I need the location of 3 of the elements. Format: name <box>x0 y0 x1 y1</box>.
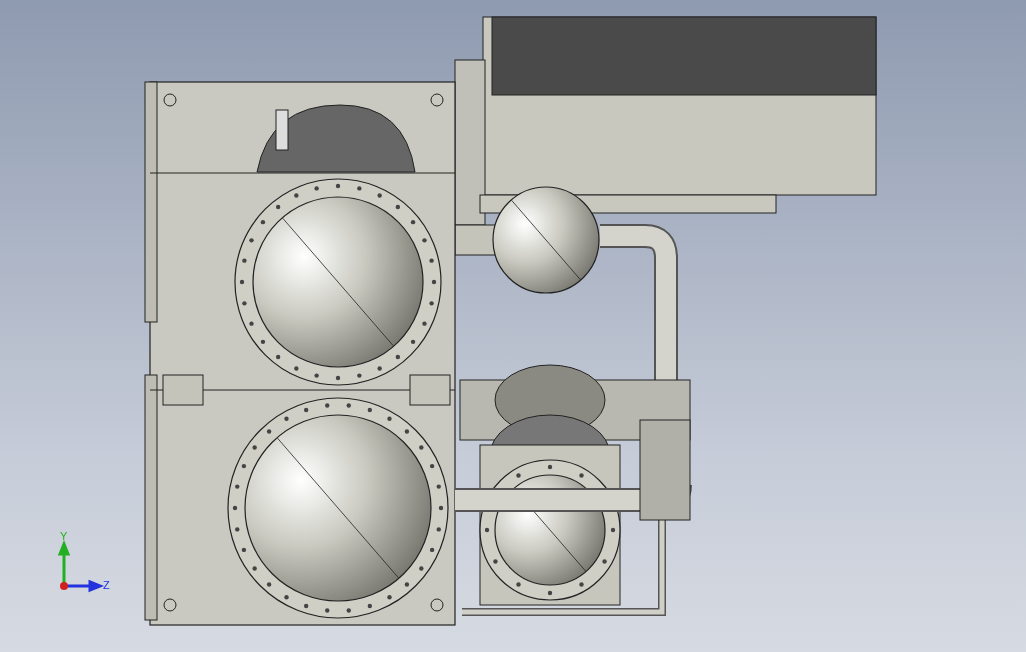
axis-label: Y <box>60 530 68 542</box>
axis-label: Z <box>103 579 110 591</box>
origin-icon <box>60 582 68 590</box>
